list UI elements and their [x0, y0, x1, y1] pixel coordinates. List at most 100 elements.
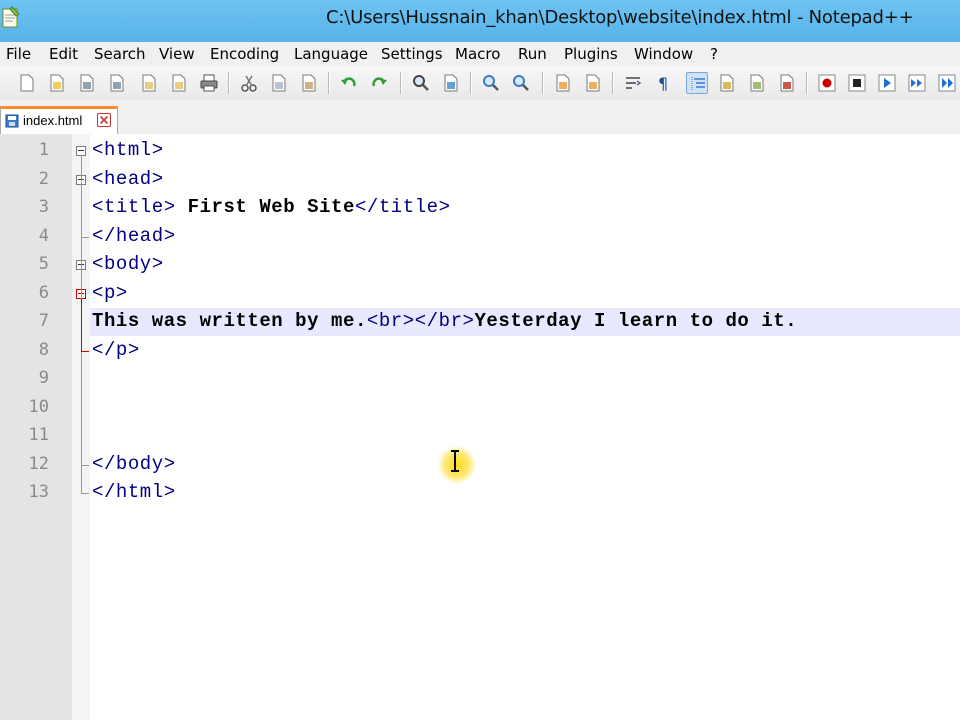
- code-editor[interactable]: 1 2 3 4 5 6 7 8 9 10 11 12 13 <html> <head> <title> Fi…: [0, 134, 960, 720]
- word-wrap-button[interactable]: [622, 72, 644, 94]
- sync-horizontal-icon: [586, 74, 600, 92]
- menu-plugins[interactable]: Plugins: [564, 45, 618, 63]
- line-number: 9: [38, 368, 49, 388]
- code-line[interactable]: This was written by me.<br></br>Yesterda…: [92, 310, 797, 332]
- code-line[interactable]: <body>: [92, 253, 164, 275]
- close-all-button[interactable]: [168, 72, 190, 94]
- print-button[interactable]: [198, 72, 220, 94]
- code-line[interactable]: <head>: [92, 168, 164, 190]
- function-list-icon: [780, 74, 794, 92]
- replace-icon: [444, 74, 458, 92]
- menu-help[interactable]: ?: [710, 45, 718, 63]
- zoom-in-icon: [483, 75, 499, 91]
- fold-end: [81, 236, 89, 238]
- playback-macro-icon: [878, 74, 896, 92]
- toolbar-separator: [806, 72, 808, 94]
- find-button[interactable]: [410, 72, 432, 94]
- html-tag-token: </head>: [92, 224, 176, 247]
- html-tag-token: <body>: [92, 253, 164, 275]
- menu-search[interactable]: Search: [94, 45, 146, 63]
- open-file-button[interactable]: [46, 72, 68, 94]
- line-number: 13: [28, 482, 49, 502]
- show-all-characters-icon: ¶: [658, 74, 668, 92]
- user-defined-language-button[interactable]: [716, 72, 738, 94]
- line-number: 7: [38, 311, 49, 331]
- file-saved-icon: [5, 114, 19, 128]
- zoom-out-button[interactable]: [510, 72, 532, 94]
- menu-file[interactable]: File: [6, 45, 31, 63]
- zoom-in-button[interactable]: [480, 72, 502, 94]
- document-map-button[interactable]: [746, 72, 768, 94]
- stop-recording-button[interactable]: [846, 72, 868, 94]
- function-list-button[interactable]: [776, 72, 798, 94]
- menu-encoding[interactable]: Encoding: [210, 45, 279, 63]
- tab-label: index.html: [23, 113, 83, 128]
- toolbar-separator: [470, 72, 472, 94]
- record-macro-icon: [818, 74, 836, 92]
- line-number: 12: [28, 453, 49, 474]
- line-number: 2: [38, 168, 49, 189]
- run-macro-multiple-button[interactable]: [906, 72, 928, 94]
- sync-horizontal-button[interactable]: [582, 72, 604, 94]
- html-tag-token: </body>: [92, 452, 176, 475]
- fold-end: [81, 493, 89, 494]
- save-all-button[interactable]: [106, 72, 128, 94]
- playback-macro-button[interactable]: [876, 72, 898, 94]
- paste-icon: [302, 74, 316, 92]
- copy-button[interactable]: [268, 72, 290, 94]
- title-bar[interactable]: C:\Users\Hussnain_khan\Desktop\website\i…: [0, 0, 960, 42]
- new-file-button[interactable]: [16, 72, 38, 94]
- fold-toggle[interactable]: [76, 146, 86, 156]
- close-icon: [142, 74, 156, 92]
- zoom-out-icon: [513, 75, 529, 91]
- html-tag-token: </title>: [354, 196, 451, 218]
- fold-line: [81, 298, 82, 351]
- html-tag-token: <html>: [92, 139, 164, 161]
- menu-view[interactable]: View: [159, 45, 195, 63]
- close-all-icon: [172, 74, 186, 92]
- code-line[interactable]: <title> First Web Site</title>: [92, 196, 451, 218]
- menu-run[interactable]: Run: [518, 45, 547, 63]
- toolbar-separator: [612, 72, 614, 94]
- menu-bar: File Edit Search View Encoding Language Settin…: [0, 42, 960, 66]
- menu-macro[interactable]: Macro: [455, 45, 500, 63]
- code-line[interactable]: <p>: [92, 282, 128, 304]
- code-line[interactable]: </body>: [92, 453, 176, 475]
- tab-close-icon[interactable]: [97, 113, 111, 127]
- code-line[interactable]: </html>: [92, 481, 176, 503]
- cut-icon: [241, 75, 257, 92]
- text-token: First Web Site: [175, 196, 355, 218]
- replace-button[interactable]: [440, 72, 462, 94]
- run-macro-multiple-icon: [908, 74, 926, 92]
- sync-vertical-button[interactable]: [552, 72, 574, 94]
- toolbar-separator: [328, 72, 330, 94]
- undo-button[interactable]: [338, 72, 360, 94]
- menu-settings[interactable]: Settings: [381, 45, 443, 63]
- code-line[interactable]: <html>: [92, 139, 164, 161]
- cut-button[interactable]: [238, 72, 260, 94]
- menu-window[interactable]: Window: [634, 45, 693, 63]
- record-macro-button[interactable]: [816, 72, 838, 94]
- save-macro-button[interactable]: [936, 72, 958, 94]
- redo-icon: [372, 77, 387, 87]
- line-number: 4: [38, 225, 49, 246]
- new-file-icon: [20, 74, 34, 92]
- tab-index-html[interactable]: index.html: [0, 106, 118, 134]
- code-line[interactable]: </head>: [92, 225, 176, 247]
- text-token: Yesterday I learn to do it.: [474, 310, 798, 332]
- code-line[interactable]: </p>: [92, 339, 140, 361]
- fold-end: [81, 464, 89, 466]
- open-file-icon: [50, 74, 64, 92]
- menu-edit[interactable]: Edit: [49, 45, 78, 63]
- line-number: 10: [28, 396, 49, 417]
- save-button[interactable]: [76, 72, 98, 94]
- html-tag-token: <title>: [92, 196, 176, 218]
- indent-guide-button[interactable]: [686, 72, 708, 94]
- close-button[interactable]: [138, 72, 160, 94]
- paste-button[interactable]: [298, 72, 320, 94]
- menu-language[interactable]: Language: [294, 45, 368, 63]
- html-tag-token: <head>: [92, 167, 164, 190]
- show-all-characters-button[interactable]: ¶: [652, 72, 674, 94]
- redo-button[interactable]: [368, 72, 390, 94]
- line-number: 5: [38, 254, 49, 274]
